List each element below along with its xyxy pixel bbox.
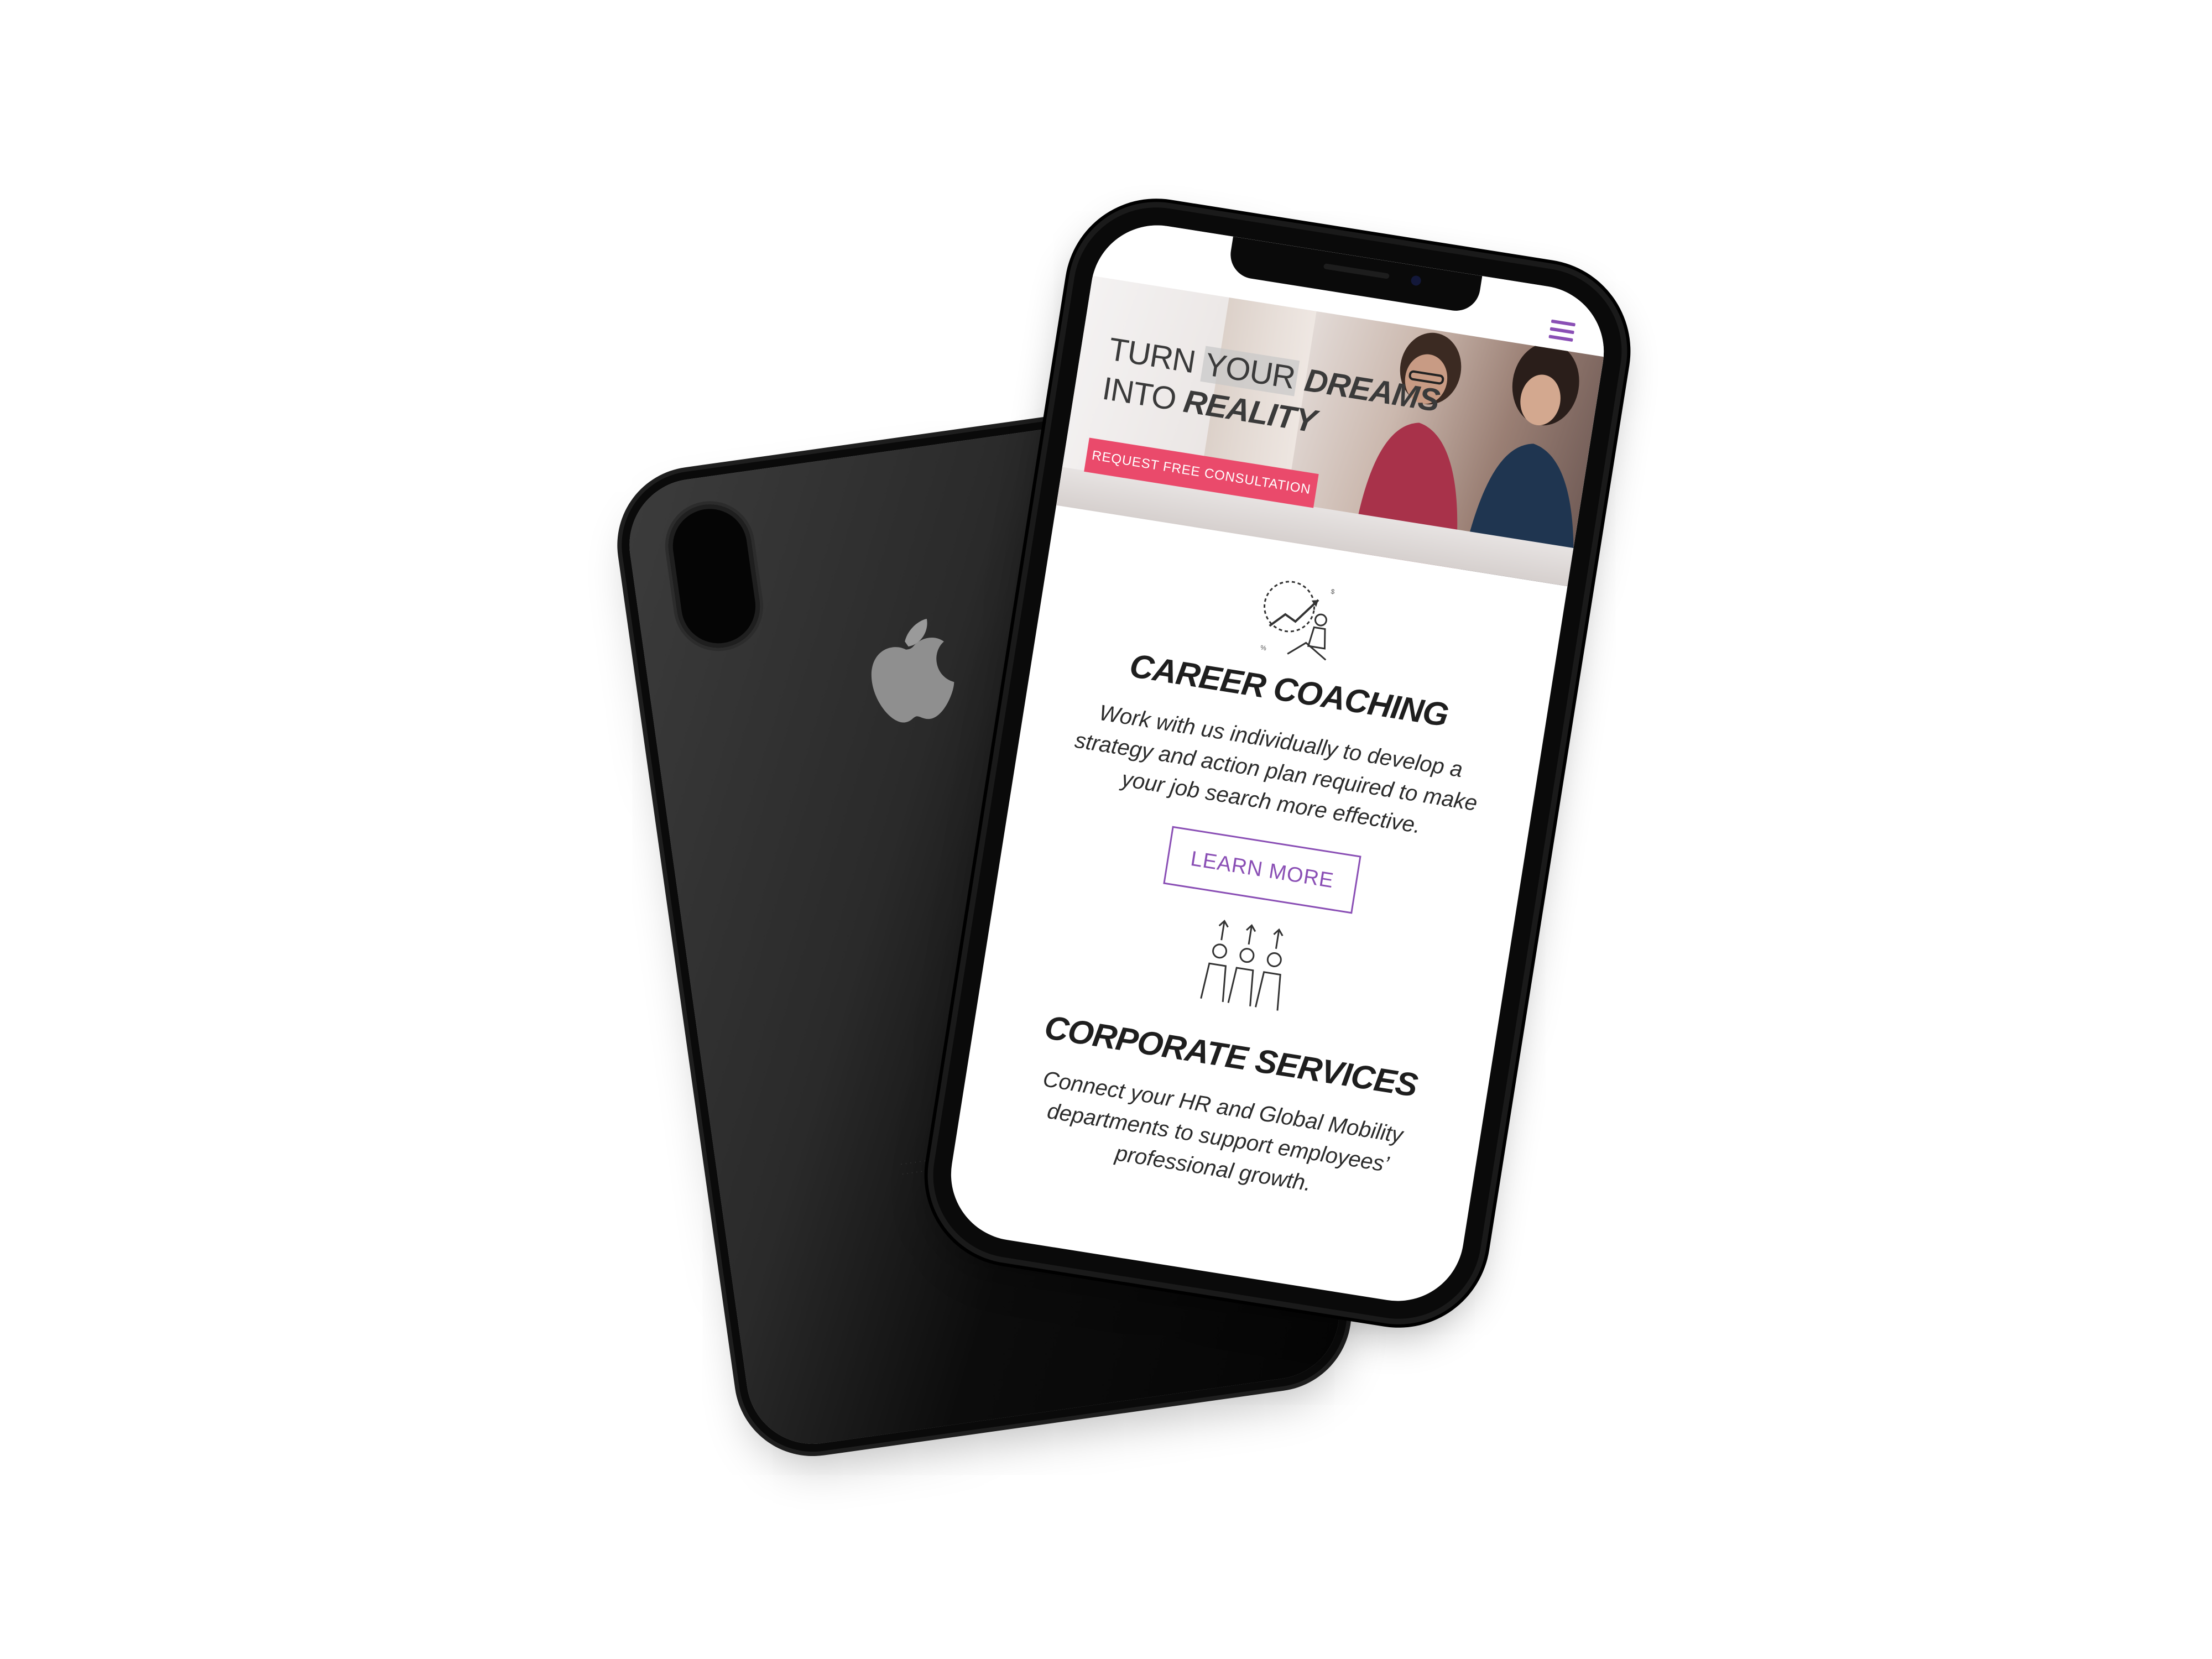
menu-line	[1551, 319, 1576, 327]
apple-logo-icon	[871, 619, 954, 723]
career-growth-icon: $ %	[1260, 581, 1335, 661]
menu-line	[1548, 335, 1573, 342]
device-mockup-scene: · · · · · · · · · · · · · · · · · · TURN…	[0, 0, 2212, 1659]
front-phone: TURN YOUR DREAMS INTO REALITY REQUEST FR…	[921, 195, 1634, 1331]
notch-speaker	[1323, 263, 1390, 279]
svg-text:$: $	[1331, 587, 1335, 596]
learn-more-button[interactable]: LEARN MORE	[1163, 826, 1361, 914]
phone-screen: TURN YOUR DREAMS INTO REALITY REQUEST FR…	[941, 216, 1614, 1311]
front-camera	[1410, 275, 1422, 286]
menu-line	[1550, 327, 1574, 335]
team-growth-icon	[1200, 920, 1284, 1011]
rear-camera	[663, 499, 765, 653]
svg-text:%: %	[1260, 644, 1267, 653]
hamburger-menu-icon[interactable]	[1548, 319, 1576, 342]
